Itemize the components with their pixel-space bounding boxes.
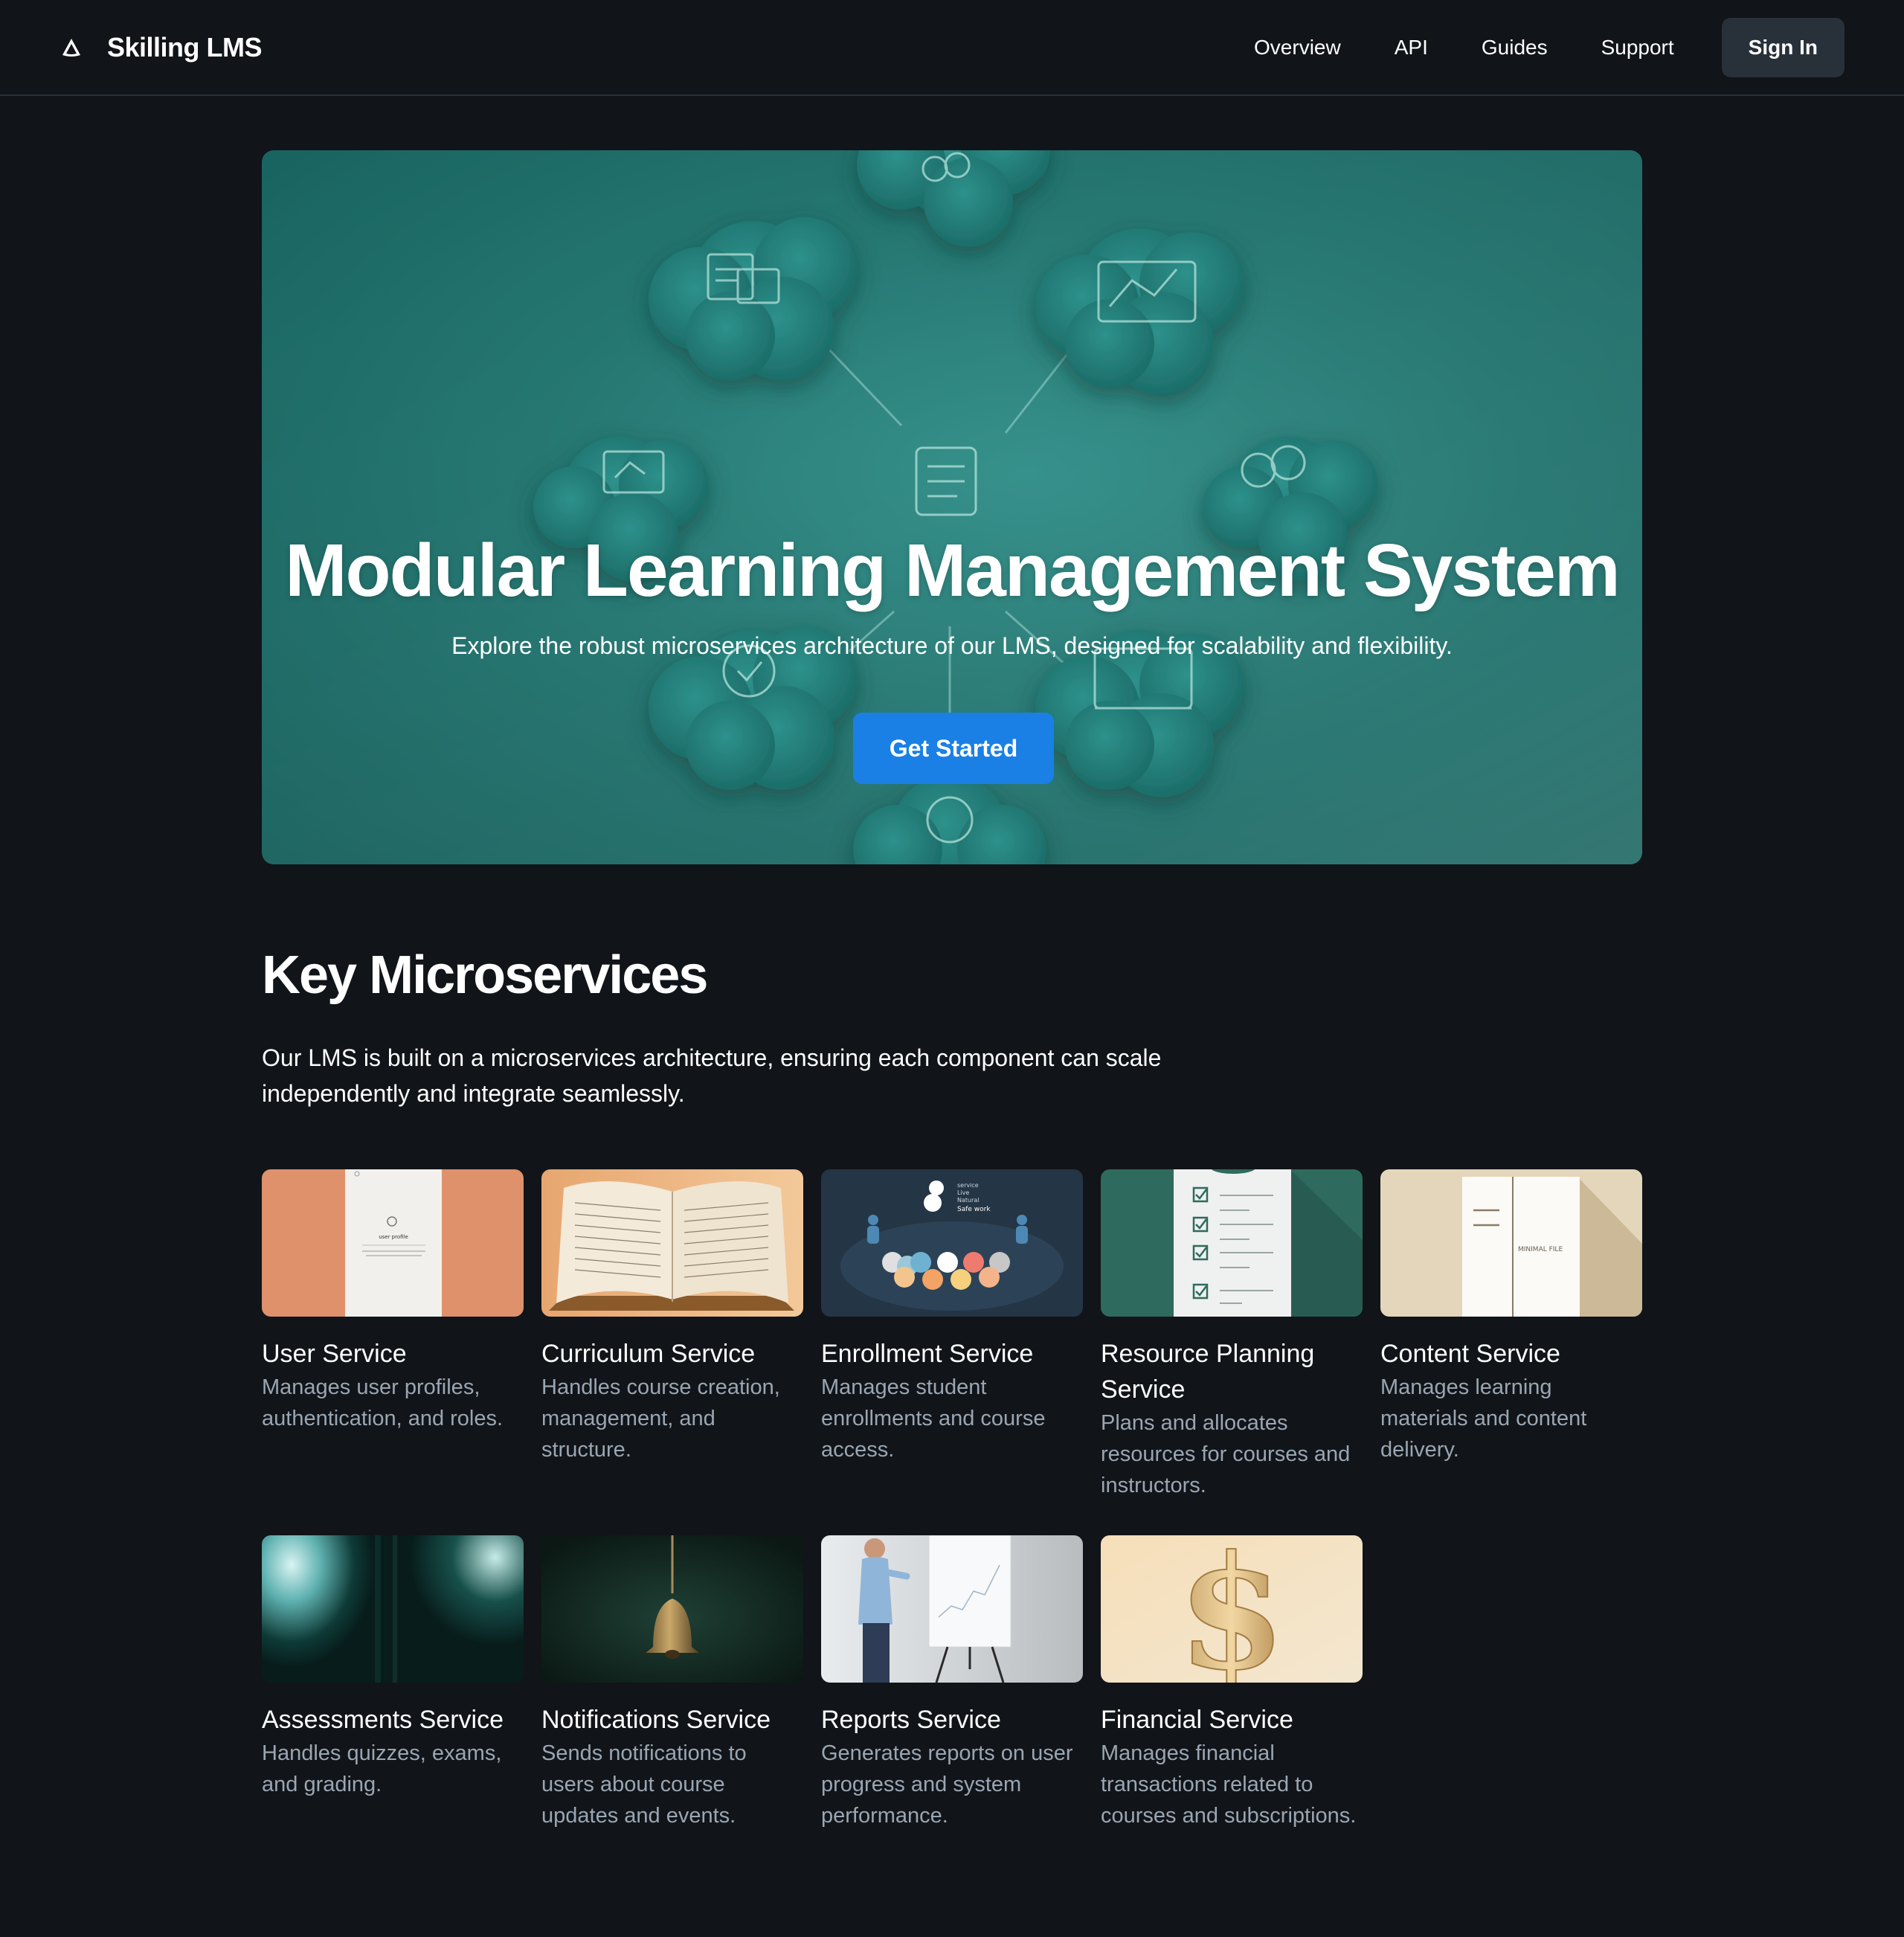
service-title: User Service (262, 1340, 407, 1368)
service-description: Manages user profiles, authentication, a… (262, 1375, 504, 1430)
top-header: Skilling LMS Overview API Guides Support… (0, 0, 1904, 96)
service-description: Sends notifications to users about cours… (541, 1741, 747, 1828)
service-description: Handles course creation, management, and… (541, 1375, 780, 1462)
hero-subtitle: Explore the robust microservices archite… (451, 632, 1453, 659)
service-description: Manages learning materials and content d… (1380, 1375, 1587, 1462)
get-started-button[interactable]: Get Started (853, 713, 1054, 784)
service-card-reports[interactable]: Reports Service Generates reports on use… (821, 1535, 1083, 1831)
svg-text:$: $ (1177, 1535, 1286, 1683)
brand[interactable]: Skilling LMS (60, 0, 263, 95)
logo-icon (60, 36, 83, 60)
enroll-line-1: service (957, 1182, 979, 1189)
service-card-assessments[interactable]: Assessments Service Handles quizzes, exa… (262, 1535, 524, 1800)
service-card-enrollment[interactable]: service Live Natural Safe work Enrollmen… (821, 1169, 1083, 1465)
hero-banner: Modular Learning Management System Explo… (262, 150, 1642, 864)
enroll-line-3: Natural (957, 1197, 980, 1204)
service-card-content[interactable]: MINIMAL FILE Content Service Manages lea… (1380, 1169, 1642, 1465)
service-image-light-doorway (262, 1535, 524, 1683)
nav-support[interactable]: Support (1601, 36, 1674, 60)
user-profile-caption: user profile (379, 1234, 408, 1240)
service-description: Manages financial transactions related t… (1101, 1741, 1357, 1828)
nav-api[interactable]: API (1395, 36, 1428, 60)
service-description: Plans and allocates resources for course… (1101, 1411, 1351, 1497)
service-card-resource-planning[interactable]: Resource Planning Service Plans and allo… (1101, 1169, 1363, 1501)
service-image-enrollment: service Live Natural Safe work (821, 1169, 1083, 1317)
service-card-financial[interactable]: $ Financial Service Manages financial tr… (1101, 1535, 1363, 1831)
nav-overview[interactable]: Overview (1254, 36, 1341, 60)
sign-in-button[interactable]: Sign In (1721, 18, 1844, 77)
service-description: Handles quizzes, exams, and grading. (262, 1741, 502, 1796)
service-image-bell (541, 1535, 803, 1683)
nav-guides[interactable]: Guides (1482, 36, 1548, 60)
service-title: Notifications Service (541, 1706, 771, 1734)
service-image-user-profile: user profile (262, 1169, 524, 1317)
service-description: Manages student enrollments and course a… (821, 1375, 1046, 1462)
main-nav: Overview API Guides Support Sign In (1254, 0, 1844, 95)
hero-title: Modular Learning Management System (285, 529, 1620, 612)
service-card-curriculum[interactable]: Curriculum Service Handles course creati… (541, 1169, 803, 1465)
service-image-dollar-sign: $ (1101, 1535, 1363, 1683)
service-card-notifications[interactable]: Notifications Service Sends notification… (541, 1535, 803, 1831)
service-title: Reports Service (821, 1706, 1001, 1734)
service-image-open-book (541, 1169, 803, 1317)
enroll-line-4: Safe work (957, 1206, 991, 1213)
service-title: Resource Planning Service (1101, 1340, 1315, 1404)
service-image-checklist (1101, 1169, 1363, 1317)
minimal-file-caption: MINIMAL FILE (1518, 1246, 1563, 1253)
section-title: Key Microservices (262, 945, 708, 1005)
service-title: Content Service (1380, 1340, 1560, 1368)
enroll-line-2: Live (957, 1189, 969, 1196)
service-title: Enrollment Service (821, 1340, 1034, 1368)
service-image-minimal-file: MINIMAL FILE (1380, 1169, 1642, 1317)
service-card-user[interactable]: user profile User Service Manages user p… (262, 1169, 524, 1434)
service-title: Curriculum Service (541, 1340, 756, 1368)
service-title: Financial Service (1101, 1706, 1293, 1734)
section-description: Our LMS is built on a microservices arch… (262, 1044, 1162, 1107)
brand-name: Skilling LMS (107, 32, 263, 62)
service-image-presenter-whiteboard (821, 1535, 1083, 1683)
service-title: Assessments Service (262, 1706, 504, 1734)
service-description: Generates reports on user progress and s… (821, 1741, 1073, 1828)
